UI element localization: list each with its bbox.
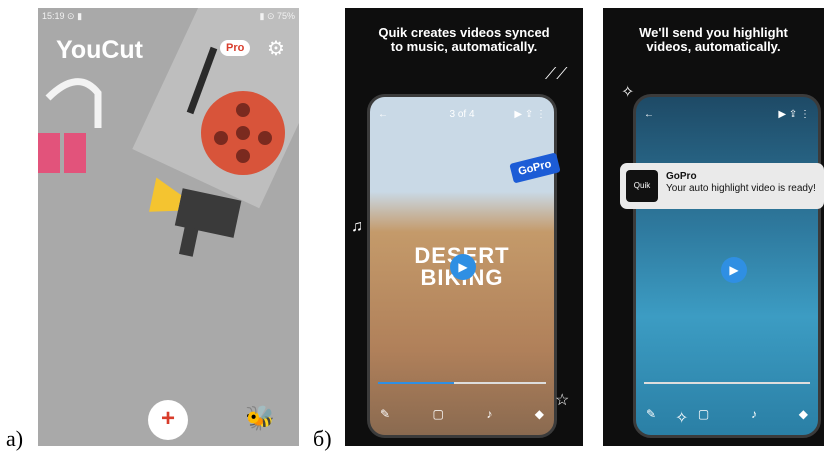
edit-toolbar: ✎ ▢ ♪ ◆ bbox=[380, 407, 544, 421]
trim-icon[interactable]: ▢ bbox=[698, 407, 709, 421]
reel-hole-3 bbox=[258, 131, 272, 145]
back-icon[interactable]: ← bbox=[644, 109, 654, 120]
youcut-screen: 15:19 ⊙ ▮ ▮ ⊙ 75% YouCut Pro ⚙ + 🐝 bbox=[38, 8, 299, 446]
headphone-cup-right bbox=[64, 133, 86, 173]
bee-icon[interactable]: 🐝 bbox=[245, 404, 275, 433]
play-button[interactable]: ▶ bbox=[450, 254, 476, 280]
sparkle-icon: ✧ bbox=[675, 410, 689, 427]
progress-bar[interactable] bbox=[378, 382, 546, 384]
progress-bar[interactable] bbox=[644, 382, 810, 384]
camera-handle bbox=[178, 226, 199, 257]
reel-hole-2 bbox=[214, 131, 228, 145]
headphones-icon bbox=[45, 78, 102, 128]
music-icon[interactable]: ♪ bbox=[486, 407, 492, 421]
headline: We'll send you highlight videos, automat… bbox=[639, 25, 788, 54]
star-icon: ✧ bbox=[621, 84, 635, 101]
illustration bbox=[38, 46, 285, 257]
progress-fill bbox=[378, 382, 454, 384]
music-icon[interactable]: ♪ bbox=[751, 407, 757, 421]
edit-toolbar: ✎ ▢ ♪ ◆ bbox=[646, 407, 808, 421]
caption-a: а) bbox=[6, 426, 24, 451]
star-icon: ☆ bbox=[555, 392, 570, 409]
notification-app-name: GoPro bbox=[666, 171, 697, 182]
phone-frame: ← 3 of 4 ▶ ⇪ ⋮ DESERT BIKING ▶ ✎ ▢ ♪ ◆ bbox=[367, 94, 557, 438]
sparkle-icon: ⟋⟋ bbox=[545, 66, 568, 83]
play-button[interactable]: ▶ bbox=[721, 257, 747, 283]
trim-icon[interactable]: ▢ bbox=[433, 407, 444, 421]
pen-icon[interactable]: ✎ bbox=[380, 407, 390, 421]
camera-icon bbox=[149, 177, 242, 257]
notification-card[interactable]: Quik GoPro Your auto highlight video is … bbox=[620, 163, 824, 209]
quik-screen-2: We'll send you highlight videos, automat… bbox=[603, 8, 824, 446]
pen-icon[interactable]: ✎ bbox=[646, 407, 656, 421]
music-note-icon: ♫ bbox=[351, 218, 363, 235]
quik-screen-1: Quik creates videos synced to music, aut… bbox=[345, 8, 583, 446]
quik-app-icon: Quik bbox=[626, 170, 658, 202]
add-project-button[interactable]: + bbox=[148, 400, 188, 440]
video-topbar: ← 3 of 4 ▶ ⇪ ⋮ bbox=[378, 109, 546, 120]
notification-message: Your auto highlight video is ready! bbox=[666, 183, 816, 194]
video-topbar: ← ▶ ⇪ ⋮ bbox=[644, 109, 810, 120]
phone-frame: ← ▶ ⇪ ⋮ ▶ ✎ ▢ ♪ ◆ bbox=[633, 94, 821, 438]
headline: Quik creates videos synced to music, aut… bbox=[378, 25, 550, 54]
filter-icon[interactable]: ◆ bbox=[535, 407, 544, 421]
share-icon[interactable]: ▶ ⇪ ⋮ bbox=[514, 109, 546, 120]
share-icon[interactable]: ▶ ⇪ ⋮ bbox=[778, 109, 810, 120]
reel-hole-1 bbox=[236, 103, 250, 117]
caption-b: б) bbox=[313, 426, 332, 451]
reel-hole-center bbox=[236, 126, 250, 140]
reel-hole-4 bbox=[236, 149, 250, 163]
headphone-cup-left bbox=[38, 133, 60, 173]
filter-icon[interactable]: ◆ bbox=[799, 407, 808, 421]
pen-icon bbox=[186, 46, 218, 115]
